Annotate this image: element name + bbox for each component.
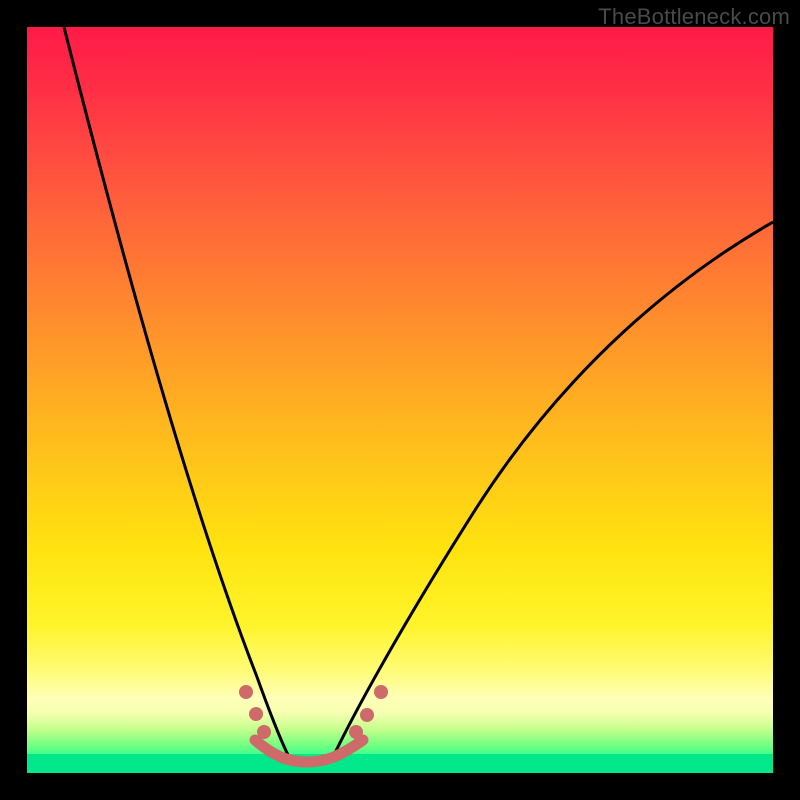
marker-dot [257, 725, 271, 739]
curves-svg [27, 27, 773, 773]
bottom-pink-segment [255, 740, 363, 762]
chart-frame: TheBottleneck.com [0, 0, 800, 800]
watermark-text: TheBottleneck.com [598, 4, 790, 30]
left-curve [64, 27, 289, 757]
marker-dot [349, 725, 363, 739]
marker-dot [374, 685, 388, 699]
marker-dot [249, 707, 263, 721]
marker-dot [360, 708, 374, 722]
curve-layer [64, 27, 773, 762]
right-curve [333, 222, 773, 757]
plot-area [27, 27, 773, 773]
marker-dot [239, 685, 253, 699]
